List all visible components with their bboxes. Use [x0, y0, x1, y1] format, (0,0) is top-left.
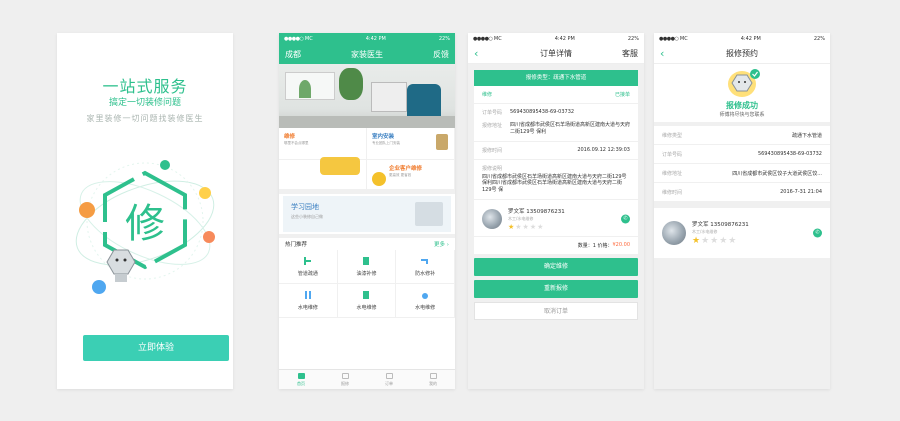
- success-title: 报修成功: [726, 101, 758, 110]
- worker-card: 罗文军 13509876231 木工/水电维修 ★★★★★ ✆: [654, 208, 830, 258]
- tab-mine[interactable]: 我的: [411, 370, 455, 389]
- banner-image[interactable]: [279, 64, 455, 128]
- coin-icon: [79, 202, 95, 218]
- status-bar: ●●●●○ MC 4:42 PM 22%: [654, 33, 830, 44]
- order-detail-screen: ●●●●○ MC 4:42 PM 22% ‹ 订单详情 客服 报修类型：疏通下水…: [468, 33, 644, 389]
- lightning-icon: [199, 187, 211, 199]
- faucet-icon: [421, 259, 429, 264]
- success-panel: 报修成功 师傅将尽快与您联系: [654, 64, 830, 126]
- tab-repair[interactable]: 报修: [323, 370, 367, 389]
- customer-service-button[interactable]: 客服: [622, 48, 638, 59]
- repair-description: 四川省成都市武侯区石羊场街道高新区建南大道与天府二街129号 保利四川省成都市武…: [482, 173, 627, 194]
- page-title: 订单详情: [540, 49, 572, 58]
- worker-card: 罗文军 13509876231 木工/水电维修 ★★★★★ ✆: [474, 202, 638, 236]
- brush-icon: [92, 280, 106, 294]
- repair-address: 四川省成都市武侯区石羊场街道高新区建南大道与天府二街129号 保利: [510, 122, 631, 135]
- splash-screen: 一站式服务 搞定一切装修问题 家里装修一切问题找装修医生 修 立即体验: [57, 33, 233, 389]
- tab-bar: 首页 报修 订单 我的: [279, 369, 455, 389]
- plug-icon: [304, 291, 311, 299]
- re-repair-button[interactable]: 重新报修: [474, 279, 638, 298]
- success-mascot-icon: [728, 69, 760, 97]
- plug-icon: [363, 291, 370, 299]
- hammer-icon: [203, 231, 215, 243]
- worker-name: 罗文军 13509876231: [508, 208, 565, 215]
- avatar: [482, 208, 502, 229]
- worker-role: 木工/水电维修: [508, 215, 534, 221]
- order-status-badge: 已接单: [614, 92, 630, 98]
- drop-icon: [422, 293, 429, 299]
- order-number: 569430895438-69-03732: [510, 109, 575, 115]
- order-card: 维修 已接单 订单号码 569430895438-69-03732 报修地址 四川省…: [474, 86, 638, 254]
- repair-address: 四川省成都市武侯区饺子大道武侯区饺...: [732, 170, 822, 177]
- status-bar: ●●●●○ MC 4:42 PM 22%: [279, 33, 455, 44]
- back-icon[interactable]: ‹: [660, 48, 664, 59]
- status-bar: ●●●●○ MC 4:42 PM 22%: [468, 33, 644, 44]
- back-icon[interactable]: ‹: [474, 48, 478, 59]
- service-item[interactable]: 油漆补修: [337, 250, 397, 284]
- tab-orders[interactable]: 订单: [367, 370, 411, 389]
- try-now-button[interactable]: 立即体验: [83, 335, 229, 361]
- rating-stars: ★★★★★: [508, 222, 545, 231]
- order-price: ¥20.00: [612, 241, 631, 248]
- confirm-repair-button[interactable]: 确定维修: [474, 257, 638, 276]
- call-icon[interactable]: ✆: [813, 228, 822, 238]
- pipe-icon: [303, 257, 311, 265]
- category-repair[interactable]: 维修 哪里不会点哪里: [279, 128, 367, 175]
- order-category: 维修: [482, 92, 493, 98]
- repair-emblem-illustration: 修: [75, 160, 215, 294]
- home-icon: [297, 372, 305, 379]
- repair-type-value: 疏通下水管道: [791, 132, 822, 139]
- category-install[interactable]: 室内安装 专业团队上门安装: [367, 128, 455, 160]
- home-screen: ●●●●○ MC 4:42 PM 22% 成都 家装医生 反馈 维修 哪里不会点…: [279, 33, 455, 389]
- quantity-price-label: 数量：1 价格：: [577, 242, 613, 249]
- paint-bucket-icon: [436, 134, 448, 150]
- service-item[interactable]: 水电维修: [337, 284, 397, 318]
- splash-title: 一站式服务: [102, 77, 188, 96]
- tab-home[interactable]: 首页: [279, 370, 323, 389]
- nav-bar: 成都 家装医生 反馈: [279, 44, 455, 64]
- city-selector[interactable]: 成都: [285, 49, 301, 60]
- list-icon: [385, 372, 393, 379]
- learning-zone-card[interactable]: 学习园地 这些小装修自己做: [283, 196, 451, 232]
- wrench-icon: [341, 372, 349, 379]
- order-number: 569430895438-69-03732: [757, 151, 822, 157]
- repair-type-banner: 报修类型：疏通下水管道: [474, 70, 638, 86]
- cancel-order-button[interactable]: 取消订单: [474, 301, 638, 320]
- emblem-char: 修: [125, 201, 165, 247]
- repair-booking-screen: ●●●●○ MC 4:42 PM 22% ‹ 报修预约 报修成功 师傅将尽快与您…: [654, 33, 830, 389]
- nav-bar: ‹ 订单详情 客服: [468, 44, 644, 64]
- success-subtitle: 师傅将尽快与您联系: [719, 112, 765, 118]
- worker-photo: [415, 202, 443, 226]
- category-tools[interactable]: [279, 160, 367, 190]
- paint-icon: [363, 257, 370, 265]
- avatar: [662, 221, 686, 245]
- worker-name: 罗文军 13509876231: [692, 222, 749, 228]
- repair-time: 2016-7-31 21:04: [780, 189, 822, 195]
- repair-time: 2016.09.12 12:39:03: [577, 146, 630, 153]
- category-enterprise[interactable]: 企业客户维修 更高效 更省钱: [367, 160, 455, 190]
- user-icon: [429, 372, 437, 379]
- page-title: 报修预约: [726, 49, 758, 58]
- splash-subtitle: 搞定一切装修问题: [108, 98, 181, 108]
- booking-info: 维修类型 疏通下水管道 订单号码 569430895438-69-03732 维修地…: [654, 126, 830, 202]
- splash-slogan: 家里装修一切问题找装修医生: [86, 114, 204, 123]
- sparkle-icon: [160, 160, 170, 170]
- category-grid: 维修 哪里不会点哪里 室内安装 专业团队上门安装 企业客户维修 更高效 更省钱: [279, 128, 455, 194]
- helmet-icon: [372, 172, 386, 186]
- service-item[interactable]: 水电维修: [396, 284, 455, 318]
- page-title: 家装医生: [351, 49, 383, 59]
- service-item[interactable]: 水电维修: [279, 284, 338, 318]
- service-item[interactable]: 管道疏通: [279, 250, 338, 284]
- service-item[interactable]: 防水修补: [396, 250, 455, 284]
- hot-services-grid: 管道疏通 油漆补修 防水修补 水电维修 水电维修 水电维修: [279, 250, 455, 318]
- rating-stars: ★★★★★: [692, 236, 738, 246]
- call-icon[interactable]: ✆: [621, 214, 630, 224]
- hot-recommend-header: 热门推荐 更多 ›: [279, 234, 455, 250]
- worker-role: 木工/水电维修: [692, 229, 718, 234]
- nav-bar: ‹ 报修预约: [654, 44, 830, 64]
- more-link[interactable]: 更多 ›: [434, 240, 449, 248]
- feedback-button[interactable]: 反馈: [433, 49, 449, 60]
